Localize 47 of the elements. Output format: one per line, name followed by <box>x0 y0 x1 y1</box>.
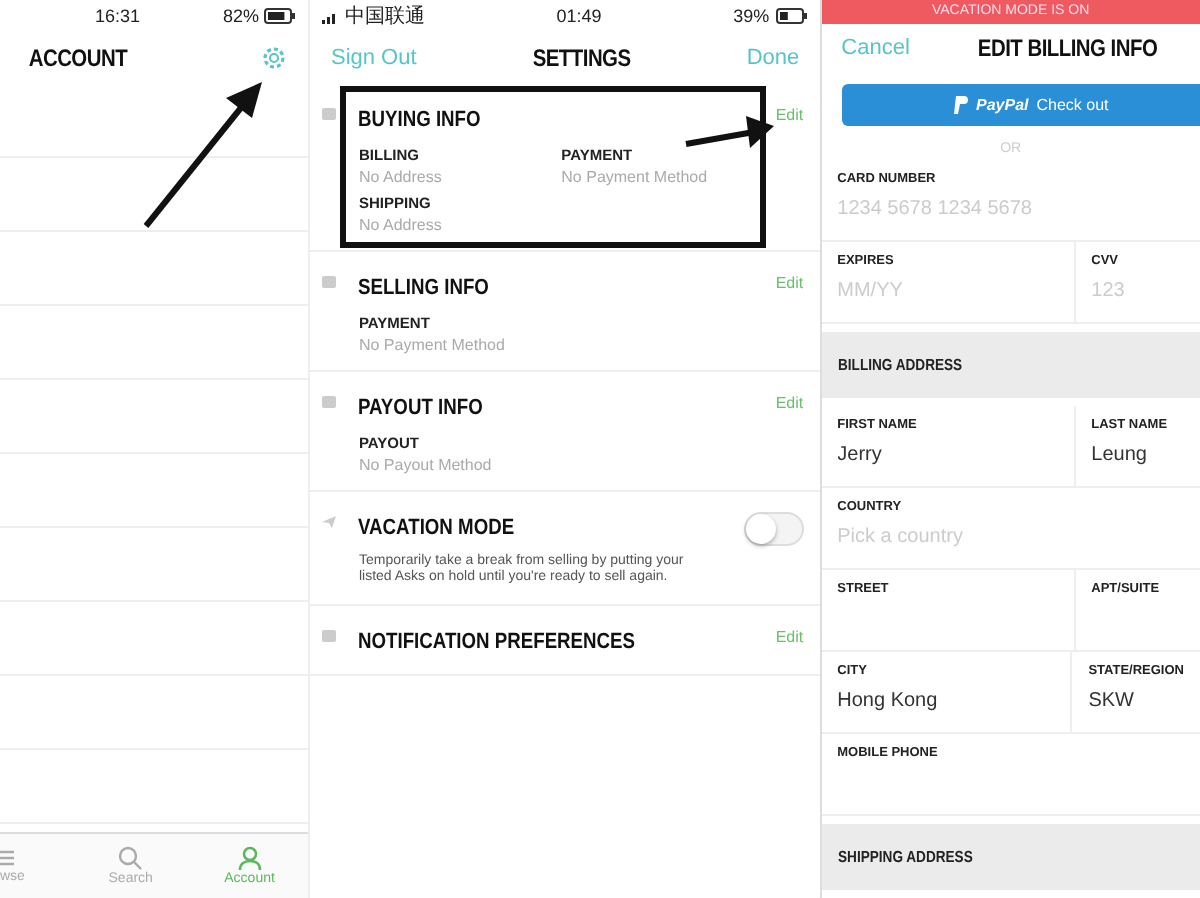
battery-icon <box>264 8 297 24</box>
card-icon <box>322 629 337 642</box>
battery-icon <box>775 8 808 24</box>
section-title: NOTIFICATION PREFERENCES <box>358 629 637 654</box>
edit-link[interactable]: Edit <box>775 394 804 412</box>
arrow-drawing <box>686 116 775 148</box>
card-icon <box>322 396 337 408</box>
section-heading: SHIPPING ADDRESS <box>837 848 973 866</box>
field-value: No Address <box>358 168 444 186</box>
status-time: 16:31 <box>94 6 140 26</box>
status-time: 01:49 <box>556 6 602 26</box>
card-icon <box>322 276 337 288</box>
cancel-button[interactable]: Cancel <box>841 36 910 61</box>
input-field[interactable]: Jerry <box>837 442 1058 468</box>
signal-icon <box>322 9 339 23</box>
field-value: No Payout Method <box>358 456 494 474</box>
battery-percent: 82% <box>222 6 259 26</box>
input-field[interactable]: Hong Kong <box>837 688 1055 714</box>
section-title: BUYING INFO <box>358 108 482 132</box>
battery-percent: 39% <box>733 6 770 26</box>
card-icon <box>322 108 337 120</box>
field-value: No Address <box>358 216 444 234</box>
screen-title: EDIT BILLING INFO <box>977 34 1158 63</box>
input-field[interactable]: SKW <box>1088 688 1184 714</box>
edit-link[interactable]: Edit <box>775 274 804 292</box>
section-title: PAYOUT INFO <box>358 396 484 420</box>
screen-title: SETTINGS <box>532 44 631 72</box>
carrier-name: 中国联通 <box>344 3 425 30</box>
section-title: SELLING INFO <box>358 276 490 300</box>
done-button[interactable]: Done <box>746 46 800 70</box>
settings-icon[interactable] <box>260 44 289 72</box>
section-title: VACATION MODE <box>358 516 516 540</box>
paypal-button[interactable]: PayPal Check out <box>841 84 1200 126</box>
input-field[interactable]: Leung <box>1091 442 1184 468</box>
sign-out-button[interactable]: Sign Out <box>330 46 417 70</box>
field-value: No Payment Method <box>561 168 710 186</box>
screen-title: ACCOUNT <box>28 44 128 72</box>
plane-icon <box>322 516 337 528</box>
paypal-icon <box>954 96 968 115</box>
person-icon <box>237 846 262 870</box>
section-heading: BILLING ADDRESS <box>837 356 962 374</box>
search-icon <box>118 846 143 870</box>
toggle-switch[interactable] <box>743 512 804 546</box>
edit-link[interactable]: Edit <box>775 106 804 124</box>
field-value: No Payment Method <box>358 336 507 354</box>
edit-link[interactable]: Edit <box>775 627 804 646</box>
list-icon <box>0 848 16 868</box>
